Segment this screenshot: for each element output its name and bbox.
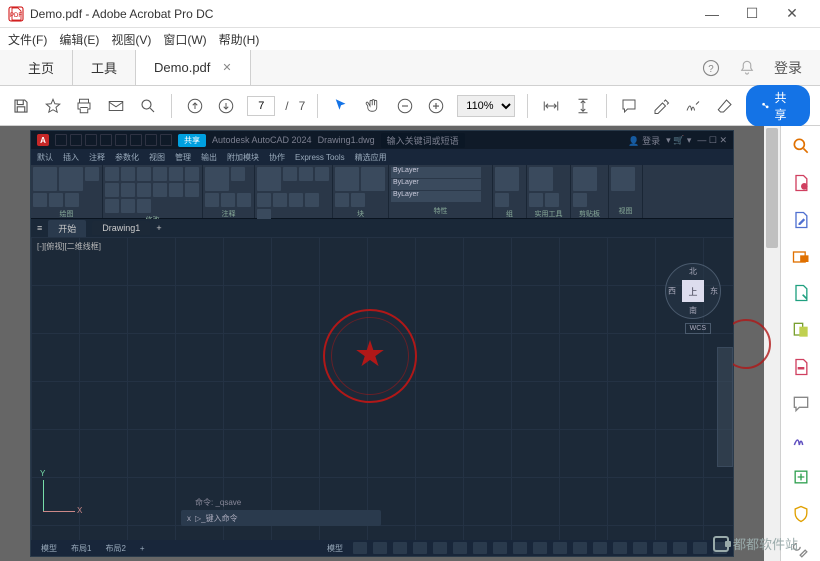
toolbar-separator <box>527 94 528 118</box>
search-in-doc-icon[interactable] <box>790 136 812 157</box>
star-button[interactable] <box>42 94 64 118</box>
acad-titlebar: A 共享 Autodesk AutoCAD 2024 Drawing1.dwg … <box>31 131 733 149</box>
acad-document-tabs: ≡ 开始 Drawing1 + <box>31 219 733 237</box>
protect-icon[interactable] <box>790 504 812 525</box>
tab-tools[interactable]: 工具 <box>73 50 136 85</box>
menu-window[interactable]: 窗口(W) <box>163 31 206 48</box>
acad-command-line: x ▷_ 键入命令 <box>181 510 381 526</box>
sign-button[interactable] <box>682 94 704 118</box>
prev-page-button[interactable] <box>184 94 206 118</box>
save-button[interactable] <box>10 94 32 118</box>
acad-statusbar: 模型 布局1 布局2 + 模型 <box>31 540 733 556</box>
tab-close-icon[interactable]: ✕ <box>222 61 231 74</box>
acad-quick-access <box>55 134 172 146</box>
export-pdf-icon[interactable] <box>790 246 812 267</box>
hand-tool[interactable] <box>362 94 384 118</box>
document-viewer[interactable]: A 共享 Autodesk AutoCAD 2024 Drawing1.dwg … <box>0 126 780 561</box>
acad-ribbon: 绘图 修改 注释 图层 块 ByLayerByLayerByLayer特性 组 … <box>31 165 733 219</box>
menu-view[interactable]: 视图(V) <box>111 31 151 48</box>
toolbar-separator <box>317 94 318 118</box>
acad-nav-bar <box>717 347 733 467</box>
login-link[interactable]: 登录 <box>774 58 802 78</box>
acad-share-badge: 共享 <box>178 134 206 147</box>
svg-text:PDF: PDF <box>10 13 22 19</box>
fill-sign-icon[interactable] <box>790 430 812 451</box>
comment-button[interactable] <box>619 94 641 118</box>
organize-icon[interactable] <box>790 283 812 304</box>
eraser-button[interactable] <box>714 94 736 118</box>
page-sep: / <box>285 99 288 113</box>
acad-command-history: 命令: _qsave <box>195 497 241 508</box>
menubar: 文件(F) 编辑(E) 视图(V) 窗口(W) 帮助(H) <box>0 28 820 50</box>
fit-width-button[interactable] <box>540 94 562 118</box>
zoom-in-button[interactable] <box>426 94 448 118</box>
share-button[interactable]: 共享 <box>746 85 810 127</box>
menu-help[interactable]: 帮助(H) <box>219 31 260 48</box>
tab-home[interactable]: 主页 <box>10 50 73 85</box>
close-button[interactable]: ✕ <box>772 0 812 28</box>
window-titlebar: PDF Demo.pdf - Adobe Acrobat Pro DC — ☐ … <box>0 0 820 28</box>
page-input[interactable] <box>247 96 275 116</box>
maximize-button[interactable]: ☐ <box>732 0 772 28</box>
pdf-page-content: A 共享 Autodesk AutoCAD 2024 Drawing1.dwg … <box>30 130 734 557</box>
comment-tool-icon[interactable] <box>790 393 812 414</box>
print-button[interactable] <box>74 94 96 118</box>
edit-pdf-icon[interactable] <box>790 210 812 231</box>
menu-edit[interactable]: 编辑(E) <box>59 31 99 48</box>
combine-icon[interactable] <box>790 320 812 341</box>
redact-icon[interactable] <box>790 357 812 378</box>
fit-height-button[interactable] <box>572 94 594 118</box>
toolbar: / 7 110% 共享 <box>0 86 820 126</box>
star-icon: ★ <box>354 336 386 372</box>
optimize-icon[interactable] <box>790 467 812 488</box>
watermark: 都都软件站 <box>713 534 798 553</box>
acad-wcs-label: WCS <box>685 323 711 334</box>
right-tool-panel <box>780 126 820 561</box>
menu-file[interactable]: 文件(F) <box>8 31 47 48</box>
tab-document[interactable]: Demo.pdf ✕ <box>136 50 251 85</box>
window-title: Demo.pdf - Adobe Acrobat Pro DC <box>30 7 692 21</box>
acad-search: 输入关键词或短语 <box>381 133 465 148</box>
pointer-tool[interactable] <box>330 94 352 118</box>
help-icon[interactable]: ? <box>702 59 720 77</box>
acad-viewport-label: [-][俯视][二维线框] <box>37 241 101 252</box>
stamp-seal: ★ <box>323 309 417 403</box>
pdf-icon: PDF <box>8 6 24 22</box>
acad-product: Autodesk AutoCAD 2024 <box>212 135 312 145</box>
acad-drawing-canvas: [-][俯视][二维线框] 上 北 南 西 东 WCS ★ Y <box>31 237 733 540</box>
page-total: 7 <box>299 99 306 113</box>
search-button[interactable] <box>137 94 159 118</box>
acad-viewcube: 上 北 南 西 东 <box>665 263 721 319</box>
main-area: A 共享 Autodesk AutoCAD 2024 Drawing1.dwg … <box>0 126 820 561</box>
watermark-icon <box>713 536 729 552</box>
create-pdf-icon[interactable] <box>790 173 812 194</box>
acad-drawing-name: Drawing1.dwg <box>318 135 375 145</box>
next-page-button[interactable] <box>216 94 238 118</box>
mail-button[interactable] <box>105 94 127 118</box>
highlight-button[interactable] <box>650 94 672 118</box>
toolbar-separator <box>606 94 607 118</box>
zoom-select[interactable]: 110% <box>457 95 515 117</box>
acad-app-icon: A <box>37 134 49 146</box>
acad-ribbon-tabs: 默认插入注释参数化视图管理输出附加模块协作Express Tools精选应用 <box>31 149 733 165</box>
tabbar: 主页 工具 Demo.pdf ✕ ? 登录 <box>0 50 820 86</box>
minimize-button[interactable]: — <box>692 0 732 28</box>
zoom-out-button[interactable] <box>394 94 416 118</box>
toolbar-separator <box>171 94 172 118</box>
bell-icon[interactable] <box>738 59 756 77</box>
svg-text:?: ? <box>708 63 714 74</box>
